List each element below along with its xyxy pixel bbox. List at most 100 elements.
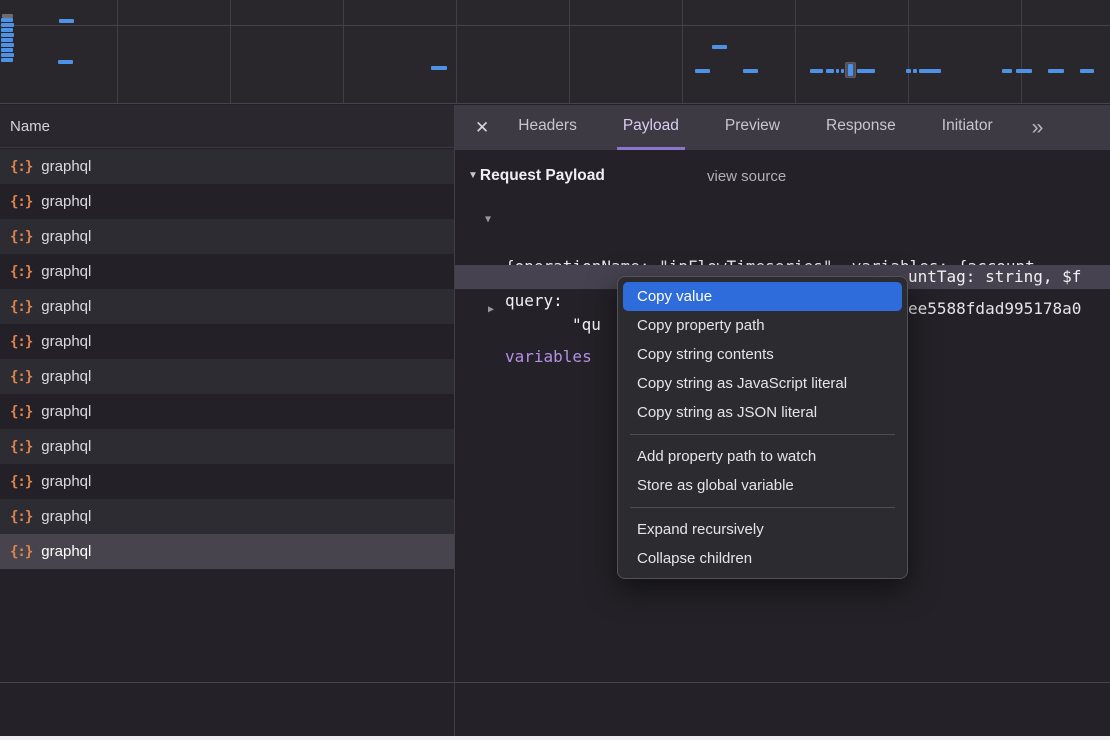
context-menu-item[interactable]: Store as global variable [623, 471, 902, 500]
menu-item-label: Collapse children [637, 550, 752, 567]
network-request-row[interactable]: {:} graphql [0, 149, 454, 184]
request-name-label: graphql [41, 543, 91, 560]
collapsed-caret-icon[interactable]: ▶ [488, 298, 494, 322]
network-request-row[interactable]: {:} graphql [0, 324, 454, 359]
request-timing-bar[interactable] [810, 69, 823, 73]
request-timing-bar[interactable] [1016, 69, 1032, 73]
timeline-gridline-vertical [569, 0, 570, 103]
details-tab[interactable]: Payload [617, 105, 685, 150]
request-timing-bar[interactable] [59, 19, 74, 23]
context-menu-divider [630, 434, 895, 435]
payload-operationname-row[interactable]: operationName: "ipFlowTimeseries" [455, 238, 1110, 262]
request-timing-bar[interactable] [1048, 69, 1064, 73]
json-request-icon: {:} [10, 299, 32, 315]
expand-caret-icon[interactable]: ▼ [485, 208, 491, 232]
more-tabs-icon[interactable]: » [1032, 116, 1044, 140]
network-request-row[interactable]: {:} graphql [0, 429, 454, 464]
request-name-label: graphql [41, 333, 91, 350]
request-timing-bar[interactable] [1, 33, 14, 37]
request-timing-bar[interactable] [1, 18, 13, 22]
timeline-gridline-vertical [908, 0, 909, 103]
close-icon[interactable]: ✕ [475, 118, 489, 138]
property-value-continuation: untTag: string, $f [908, 265, 1081, 289]
network-request-row[interactable]: {:} graphql [0, 534, 454, 569]
view-source-link[interactable]: view source [707, 168, 786, 185]
menu-item-label: Expand recursively [637, 521, 764, 538]
request-name-label: graphql [41, 508, 91, 525]
menu-item-label: Copy string as JSON literal [637, 404, 817, 421]
request-timing-bar[interactable] [857, 69, 875, 73]
name-column-label: Name [10, 118, 50, 135]
request-timing-bar[interactable] [58, 60, 73, 64]
property-value-continuation: ee5588fdad995178a0 [908, 297, 1081, 321]
details-tab[interactable]: Initiator [936, 105, 999, 150]
request-timing-bar[interactable] [1, 23, 14, 27]
request-timing-bar[interactable] [1, 58, 13, 62]
request-timing-bar[interactable] [1, 28, 13, 32]
timeline-gridline-vertical [117, 0, 118, 103]
json-request-icon: {:} [10, 334, 32, 350]
request-name-label: graphql [41, 473, 91, 490]
request-timing-bar[interactable] [906, 69, 911, 73]
request-timing-bar[interactable] [1, 48, 13, 52]
request-name-label: graphql [41, 158, 91, 175]
menu-item-label: Copy value [637, 288, 712, 305]
request-name-label: graphql [41, 298, 91, 315]
request-name-label: graphql [41, 193, 91, 210]
tab-label: Response [826, 117, 896, 135]
json-request-icon: {:} [10, 229, 32, 245]
details-tab[interactable]: Response [820, 105, 902, 150]
details-tab-bar: ✕ Headers Payload Preview Response Initi… [455, 105, 1110, 150]
context-menu-item[interactable]: Add property path to watch [623, 442, 902, 471]
network-request-row[interactable]: {:} graphql [0, 464, 454, 499]
context-menu: Copy value Copy property path Copy strin… [617, 276, 908, 579]
request-name-label: graphql [41, 368, 91, 385]
context-menu-item[interactable]: Copy string as JSON literal [623, 398, 902, 427]
network-overview-timeline[interactable] [0, 0, 1110, 104]
context-menu-item[interactable]: Expand recursively [623, 515, 902, 544]
context-menu-item[interactable]: Copy value [623, 282, 902, 311]
network-request-row[interactable]: {:} graphql [0, 359, 454, 394]
request-timing-bar[interactable] [826, 69, 834, 73]
page-bottom-edge [0, 736, 1110, 740]
property-key: variables [505, 345, 592, 369]
json-request-icon: {:} [10, 194, 32, 210]
network-request-row[interactable]: {:} graphql [0, 219, 454, 254]
request-timing-bar[interactable] [712, 45, 727, 49]
network-request-row[interactable]: {:} graphql [0, 289, 454, 324]
request-timing-bar[interactable] [1, 53, 14, 57]
devtools-network-panel: Name {:} graphql {:} graphql {:} graphql… [0, 0, 1110, 740]
details-tab[interactable]: Preview [719, 105, 786, 150]
request-timing-bar[interactable] [1002, 69, 1012, 73]
request-payload-section-header[interactable]: ▼Request Payload [468, 167, 605, 185]
tab-label: Initiator [942, 117, 993, 135]
network-request-row[interactable]: {:} graphql [0, 254, 454, 289]
menu-item-label: Copy string as JavaScript literal [637, 375, 847, 392]
request-timing-bar[interactable] [919, 69, 941, 73]
request-timing-bar[interactable] [1, 38, 13, 42]
request-timing-bar[interactable] [1080, 69, 1094, 73]
request-timing-bar[interactable] [841, 69, 844, 73]
name-column-header[interactable]: Name [0, 105, 454, 148]
context-menu-item[interactable]: Copy string contents [623, 340, 902, 369]
request-timing-bar[interactable] [848, 64, 853, 76]
request-timing-bar[interactable] [1, 43, 14, 47]
network-request-row[interactable]: {:} graphql [0, 184, 454, 219]
network-request-row[interactable]: {:} graphql [0, 394, 454, 429]
json-request-icon: {:} [10, 474, 32, 490]
menu-item-label: Add property path to watch [637, 448, 816, 465]
request-timing-bar[interactable] [836, 69, 839, 73]
request-timing-bar[interactable] [695, 69, 710, 73]
details-tab[interactable]: Headers [512, 105, 583, 150]
json-request-icon: {:} [10, 369, 32, 385]
request-timing-bar[interactable] [743, 69, 758, 73]
payload-root-row[interactable]: ▼ {operationName: "ipFlowTimeseries", va… [455, 207, 1110, 231]
context-menu-item[interactable]: Collapse children [623, 544, 902, 573]
network-request-row[interactable]: {:} graphql [0, 499, 454, 534]
context-menu-item[interactable]: Copy string as JavaScript literal [623, 369, 902, 398]
timeline-gridline-horizontal [0, 25, 1110, 26]
context-menu-item[interactable]: Copy property path [623, 311, 902, 340]
request-timing-bar[interactable] [913, 69, 917, 73]
request-timing-bar[interactable] [431, 66, 447, 70]
section-title: Request Payload [480, 167, 605, 184]
